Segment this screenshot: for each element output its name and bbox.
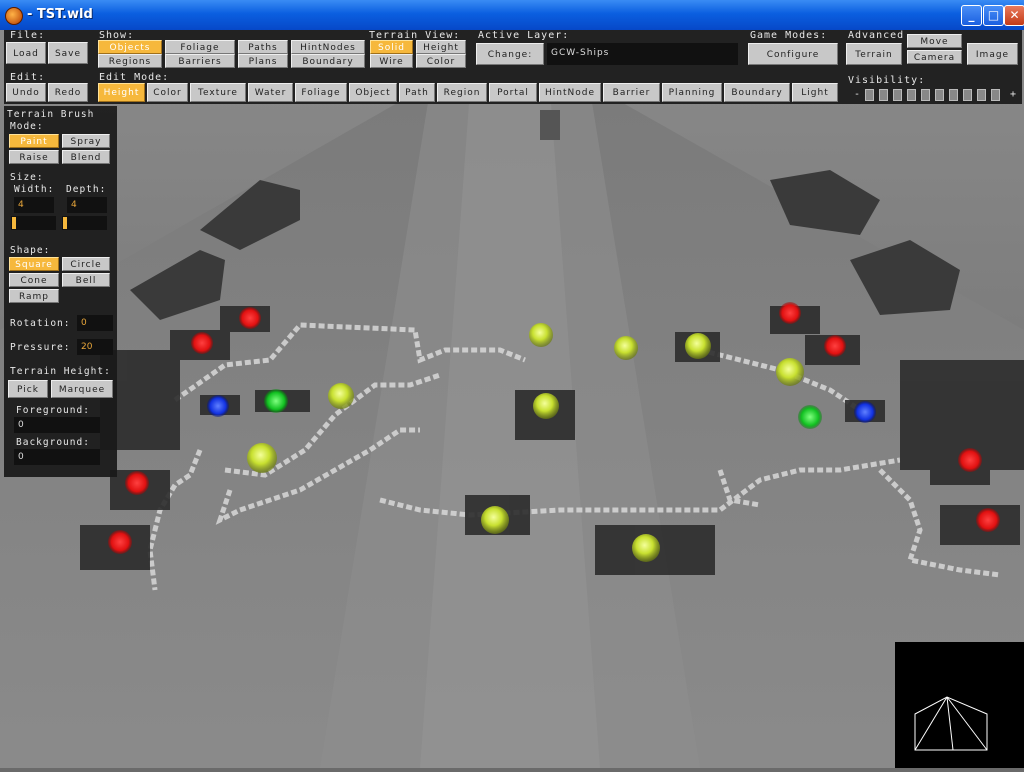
active-layer-field[interactable]: GCW-Ships bbox=[547, 43, 738, 65]
brush-width-input[interactable]: 4 bbox=[14, 197, 54, 213]
brush-shape-bell-button[interactable]: Bell bbox=[62, 273, 110, 287]
visibility-slider-cell[interactable] bbox=[963, 89, 972, 101]
edit-mode-planning-tab[interactable]: Planning bbox=[662, 83, 722, 102]
visibility-slider-cell[interactable] bbox=[893, 89, 902, 101]
brush-mode-paint-button[interactable]: Paint bbox=[9, 134, 59, 148]
edit-mode-label: Edit Mode: bbox=[99, 72, 170, 83]
terrain-view-color-button[interactable]: Color bbox=[416, 54, 466, 68]
edit-mode-foliage-tab[interactable]: Foliage bbox=[295, 83, 347, 102]
brush-shape-ramp-button[interactable]: Ramp bbox=[9, 289, 59, 303]
show-regions-button[interactable]: Regions bbox=[98, 54, 162, 68]
slider-knob[interactable] bbox=[12, 217, 16, 229]
brush-width-slider[interactable] bbox=[11, 216, 56, 230]
load-button[interactable]: Load bbox=[6, 42, 46, 64]
visibility-slider-cell[interactable] bbox=[991, 89, 1000, 101]
foreground-label: Foreground: bbox=[16, 405, 90, 416]
shape-label: Shape: bbox=[10, 245, 51, 256]
edit-mode-color-tab[interactable]: Color bbox=[147, 83, 188, 102]
edit-mode-light-tab[interactable]: Light bbox=[792, 83, 838, 102]
edit-mode-boundary-tab[interactable]: Boundary bbox=[724, 83, 790, 102]
redo-button[interactable]: Redo bbox=[48, 83, 88, 102]
show-objects-button[interactable]: Objects bbox=[98, 40, 162, 54]
visibility-slider-cell[interactable] bbox=[907, 89, 916, 101]
slider-knob[interactable] bbox=[63, 217, 67, 229]
advanced-move-button[interactable]: Move bbox=[907, 34, 962, 48]
visibility-slider-cell[interactable] bbox=[977, 89, 986, 101]
3d-viewport[interactable] bbox=[0, 30, 1024, 768]
edit-mode-object-tab[interactable]: Object bbox=[349, 83, 397, 102]
edit-mode-barrier-tab[interactable]: Barrier bbox=[603, 83, 660, 102]
window-titlebar: - TST.wld _ □ ✕ bbox=[0, 0, 1024, 30]
terrain-view-solid-button[interactable]: Solid bbox=[370, 40, 413, 54]
terrain-height-label: Terrain Height: bbox=[10, 366, 111, 377]
show-barriers-button[interactable]: Barriers bbox=[165, 54, 235, 68]
rotation-label: Rotation: bbox=[10, 318, 71, 329]
close-button[interactable]: ✕ bbox=[1004, 5, 1024, 26]
brush-shape-square-button[interactable]: Square bbox=[9, 257, 59, 271]
edit-mode-water-tab[interactable]: Water bbox=[248, 83, 293, 102]
brush-shape-cone-button[interactable]: Cone bbox=[9, 273, 59, 287]
window-title: - TST.wld bbox=[27, 7, 93, 22]
brush-depth-slider[interactable] bbox=[62, 216, 107, 230]
pressure-label: Pressure: bbox=[10, 342, 71, 353]
brush-mode-spray-button[interactable]: Spray bbox=[62, 134, 110, 148]
visibility-slider-cell[interactable] bbox=[949, 89, 958, 101]
show-hintnodes-button[interactable]: HintNodes bbox=[291, 40, 365, 54]
brush-mode-raise-button[interactable]: Raise bbox=[9, 150, 59, 164]
brush-depth-input[interactable]: 4 bbox=[67, 197, 107, 213]
undo-button[interactable]: Undo bbox=[6, 83, 46, 102]
marquee-button[interactable]: Marquee bbox=[51, 380, 113, 398]
show-plans-button[interactable]: Plans bbox=[238, 54, 288, 68]
edit-mode-region-tab[interactable]: Region bbox=[437, 83, 487, 102]
advanced-terrain-button[interactable]: Terrain bbox=[846, 43, 902, 65]
brush-shape-circle-button[interactable]: Circle bbox=[62, 257, 110, 271]
visibility-label: Visibility: bbox=[848, 75, 926, 86]
width-label: Width: bbox=[14, 184, 55, 195]
depth-label: Depth: bbox=[66, 184, 107, 195]
advanced-image-button[interactable]: Image bbox=[967, 43, 1018, 65]
foreground-height-input[interactable]: 0 bbox=[14, 417, 100, 433]
pick-height-button[interactable]: Pick bbox=[8, 380, 48, 398]
terrain-brush-title: Terrain Brush bbox=[7, 109, 95, 120]
visibility-increase-button[interactable]: + bbox=[1010, 89, 1017, 100]
camera-frustum-icon bbox=[914, 696, 988, 751]
change-layer-button[interactable]: Change: bbox=[476, 43, 544, 65]
app-icon bbox=[5, 7, 23, 25]
terrain-view-height-button[interactable]: Height bbox=[416, 40, 466, 54]
background-label: Background: bbox=[16, 437, 90, 448]
save-button[interactable]: Save bbox=[48, 42, 88, 64]
edit-mode-path-tab[interactable]: Path bbox=[399, 83, 435, 102]
terrain-view-wire-button[interactable]: Wire bbox=[370, 54, 413, 68]
edit-mode-portal-tab[interactable]: Portal bbox=[489, 83, 537, 102]
maximize-button[interactable]: □ bbox=[983, 5, 1004, 26]
world-scene[interactable] bbox=[0, 30, 1024, 768]
file-label: File: bbox=[10, 30, 46, 41]
active-layer-label: Active Layer: bbox=[478, 30, 570, 41]
advanced-label: Advanced bbox=[848, 30, 905, 41]
visibility-slider-cell[interactable] bbox=[935, 89, 944, 101]
minimize-button[interactable]: _ bbox=[961, 5, 982, 26]
terrain-brush-panel: Terrain Brush Mode: Paint Spray Raise Bl… bbox=[4, 106, 117, 477]
advanced-camera-button[interactable]: Camera bbox=[907, 50, 962, 64]
visibility-slider-cell[interactable] bbox=[865, 89, 874, 101]
game-modes-label: Game Modes: bbox=[750, 30, 828, 41]
rotation-input[interactable]: 0 bbox=[77, 315, 113, 331]
camera-gizmo-view[interactable] bbox=[895, 642, 1024, 768]
configure-game-modes-button[interactable]: Configure bbox=[748, 43, 838, 65]
show-foliage-button[interactable]: Foliage bbox=[165, 40, 235, 54]
pressure-input[interactable]: 20 bbox=[77, 339, 113, 355]
background-height-input[interactable]: 0 bbox=[14, 449, 100, 465]
mode-label: Mode: bbox=[10, 121, 44, 132]
visibility-slider-cell[interactable] bbox=[879, 89, 888, 101]
edit-mode-texture-tab[interactable]: Texture bbox=[190, 83, 246, 102]
visibility-slider-cell[interactable] bbox=[921, 89, 930, 101]
edit-label: Edit: bbox=[10, 72, 46, 83]
edit-mode-height-tab[interactable]: Height bbox=[98, 83, 145, 102]
edit-mode-hintnode-tab[interactable]: HintNode bbox=[539, 83, 601, 102]
size-label: Size: bbox=[10, 172, 44, 183]
show-paths-button[interactable]: Paths bbox=[238, 40, 288, 54]
brush-mode-blend-button[interactable]: Blend bbox=[62, 150, 110, 164]
visibility-decrease-button[interactable]: - bbox=[854, 89, 861, 100]
show-boundary-button[interactable]: Boundary bbox=[291, 54, 365, 68]
